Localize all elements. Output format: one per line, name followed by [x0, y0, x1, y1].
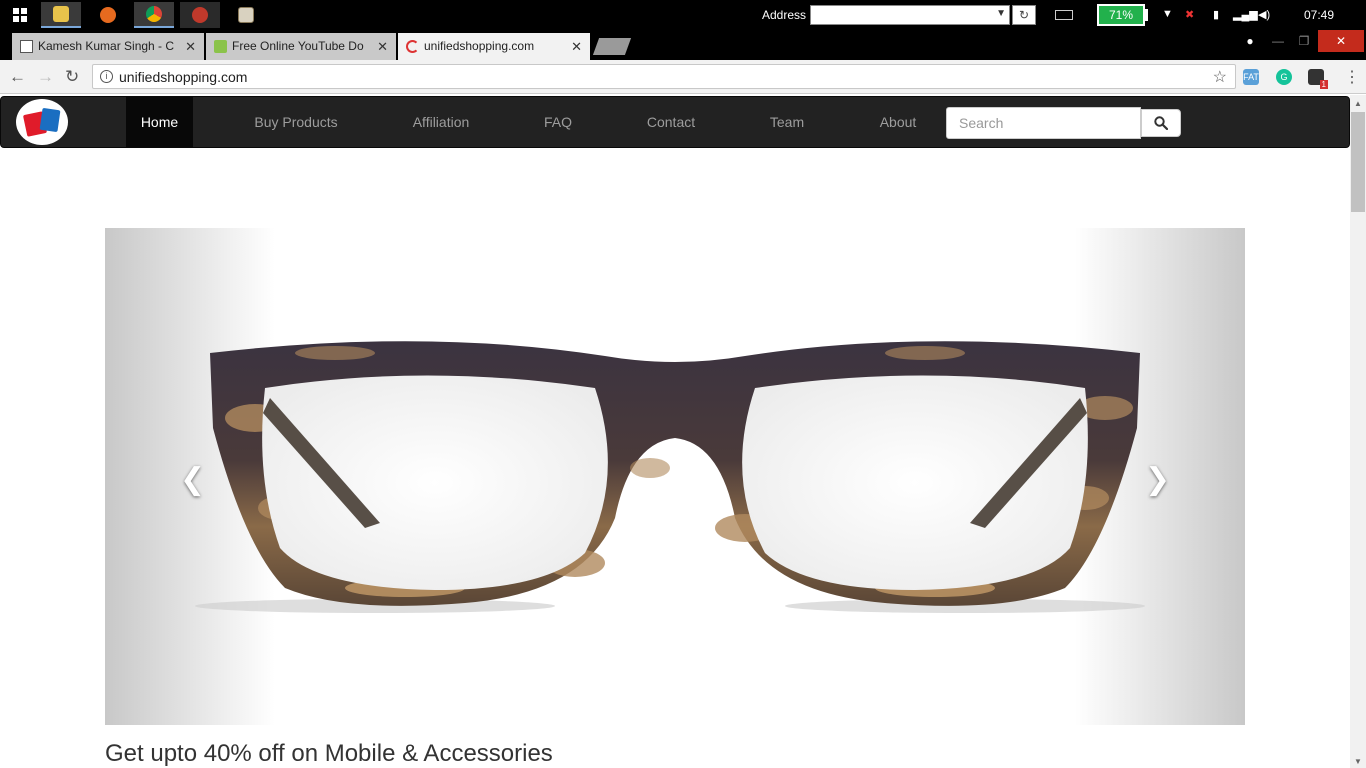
reload-icon[interactable]: ↻: [65, 67, 79, 87]
battery-indicator[interactable]: 71%: [1097, 4, 1145, 26]
address-label: Address: [762, 8, 807, 22]
volume-icon[interactable]: ◀): [1258, 8, 1270, 21]
battery-icon[interactable]: ▮: [1213, 8, 1219, 21]
extension-fat-icon[interactable]: FAT: [1243, 69, 1259, 85]
scroll-up-icon[interactable]: ▲: [1354, 99, 1362, 108]
search-input[interactable]: [946, 107, 1141, 139]
taskbar-firefox[interactable]: [88, 2, 128, 28]
nav-home[interactable]: Home: [126, 97, 193, 147]
carousel-caption: Get upto 40% off on Mobile & Accessories: [105, 740, 553, 767]
extension-badge: 1: [1319, 80, 1328, 89]
extension-icon[interactable]: 1: [1308, 69, 1328, 89]
tray-expand-icon[interactable]: ▼: [1162, 8, 1173, 20]
info-icon[interactable]: i: [100, 70, 113, 83]
site-logo[interactable]: [16, 99, 68, 145]
carousel-next-icon[interactable]: ❯: [1145, 462, 1170, 497]
tab-kamesh[interactable]: Kamesh Kumar Singh - C ✕: [12, 33, 204, 60]
folder-icon: [53, 6, 69, 22]
refresh-icon[interactable]: ↻: [1012, 5, 1036, 25]
firefox-icon: [100, 7, 116, 23]
scroll-down-icon[interactable]: ▼: [1354, 757, 1362, 766]
search-icon: [1154, 116, 1168, 130]
back-arrow-icon[interactable]: ←: [9, 67, 26, 87]
nav-contact[interactable]: Contact: [631, 97, 711, 147]
site-navbar: Home Buy Products Affiliation FAQ Contac…: [0, 96, 1350, 148]
taskbar-file-explorer[interactable]: [41, 2, 81, 28]
nav-faq[interactable]: FAQ: [528, 97, 588, 147]
shopping-bag-icon: [39, 107, 61, 133]
hero-carousel: ❮ ❯: [105, 228, 1245, 725]
keyboard-icon[interactable]: [1055, 10, 1073, 20]
signal-icon[interactable]: ▂▄▆: [1233, 8, 1258, 21]
page-viewport: Home Buy Products Affiliation FAQ Contac…: [0, 95, 1350, 768]
system-clock[interactable]: 07:49: [1304, 8, 1334, 22]
chevron-down-icon[interactable]: ▼: [996, 8, 1006, 19]
psiphon-icon: [192, 7, 208, 23]
network-blocked-icon[interactable]: ✖: [1185, 8, 1194, 21]
tab-title: Free Online YouTube Do: [232, 39, 364, 53]
app-icon: [238, 7, 254, 23]
maximize-icon[interactable]: ❐: [1292, 30, 1316, 52]
tab-title: unifiedshopping.com: [424, 39, 535, 53]
site-favicon-icon: [406, 40, 419, 53]
tab-title: Kamesh Kumar Singh - C: [38, 39, 175, 53]
close-icon[interactable]: ✕: [377, 33, 388, 60]
more-menu-icon[interactable]: ⋮: [1344, 67, 1360, 87]
forward-arrow-icon[interactable]: →: [37, 67, 54, 87]
nav-team[interactable]: Team: [756, 97, 818, 147]
omnibox[interactable]: i unifiedshopping.com ☆: [92, 64, 1236, 89]
android-icon: [214, 40, 227, 53]
nav-about[interactable]: About: [867, 97, 929, 147]
minimize-icon[interactable]: —: [1266, 30, 1290, 52]
battery-nub: [1145, 9, 1148, 21]
carousel-prev-icon[interactable]: ❮: [180, 462, 205, 497]
windows-logo-icon: [13, 8, 27, 22]
windows-taskbar: Address ▼ ↻ 71% ▼ ✖ ▮ ▂▄▆ ◀) 07:49: [0, 0, 1366, 30]
address-toolbar-input[interactable]: ▼: [810, 5, 1010, 25]
search-button[interactable]: [1141, 109, 1181, 137]
nav-buy-products[interactable]: Buy Products: [237, 97, 355, 147]
taskbar-chrome[interactable]: [134, 2, 174, 28]
close-icon[interactable]: ✕: [571, 33, 582, 60]
taskbar-psiphon[interactable]: [180, 2, 220, 28]
bookmark-star-icon[interactable]: ☆: [1213, 67, 1227, 87]
browser-toolbar: ← → ↻ i unifiedshopping.com ☆ FAT G 1 ⋮: [0, 60, 1366, 94]
chrome-icon: [146, 6, 162, 22]
browser-tab-strip: Kamesh Kumar Singh - C ✕ Free Online You…: [0, 30, 1366, 60]
eyeglasses-image: [195, 341, 1145, 613]
taskbar-app[interactable]: [226, 2, 266, 28]
profile-icon[interactable]: ●: [1240, 30, 1260, 52]
url-text[interactable]: unifiedshopping.com: [119, 69, 247, 85]
nav-affiliation[interactable]: Affiliation: [396, 97, 486, 147]
scrollbar-thumb[interactable]: [1351, 112, 1365, 212]
new-tab-button[interactable]: [592, 38, 632, 55]
tab-unifiedshopping[interactable]: unifiedshopping.com ✕: [398, 33, 590, 60]
tab-youtube-downloader[interactable]: Free Online YouTube Do ✕: [206, 33, 396, 60]
page-icon: [20, 40, 33, 53]
start-button[interactable]: [0, 2, 40, 28]
close-icon[interactable]: ✕: [185, 33, 196, 60]
grammarly-icon[interactable]: G: [1276, 69, 1292, 85]
window-close-icon[interactable]: ✕: [1318, 30, 1364, 52]
